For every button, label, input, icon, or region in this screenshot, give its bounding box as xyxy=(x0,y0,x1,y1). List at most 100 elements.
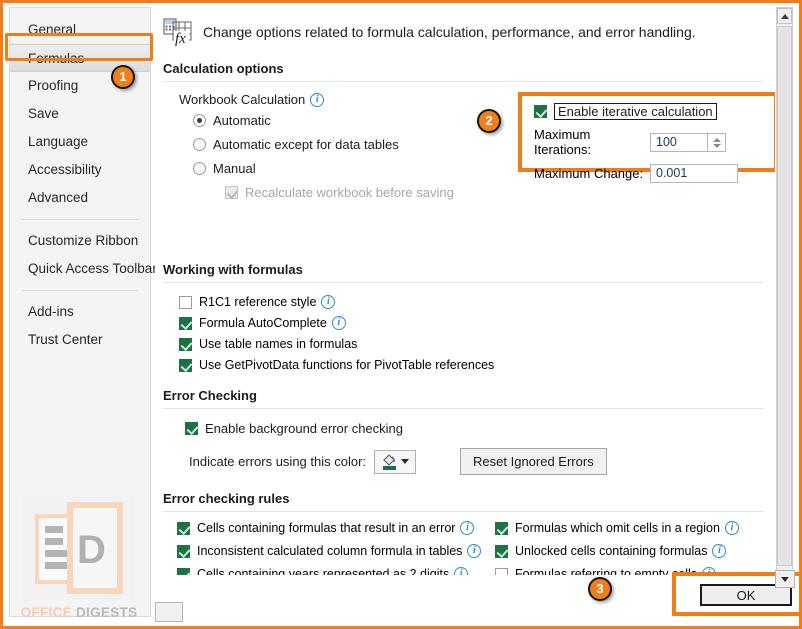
formulas-fx-icon: fx xyxy=(163,17,195,47)
enable-iterative-label: Enable iterative calculation xyxy=(554,103,717,120)
radio-label: Automatic xyxy=(213,113,271,128)
recalculate-label: Recalculate workbook before saving xyxy=(245,185,454,200)
scrollbar-thumb[interactable] xyxy=(777,26,792,566)
section-title-error-checking-rules: Error checking rules xyxy=(163,491,290,506)
paint-bucket-icon xyxy=(382,453,397,470)
indicate-errors-color-label: Indicate errors using this color: xyxy=(189,454,367,469)
section-title-working-with-formulas: Working with formulas xyxy=(163,262,303,277)
recalculate-checkbox xyxy=(225,186,238,199)
callout-highlight-iterative-calculation: Enable iterative calculation Maximum Ite… xyxy=(518,92,775,183)
error-rule-right-0[interactable]: Formulas which omit cells in a region i xyxy=(495,521,755,535)
dialog-footer: OK Cancel xyxy=(155,570,799,622)
sidebar-item-add-ins[interactable]: Add-ins xyxy=(10,298,150,326)
info-icon[interactable]: i xyxy=(460,521,475,535)
sidebar-divider xyxy=(22,219,138,220)
recalculate-before-saving-row[interactable]: Recalculate workbook before saving xyxy=(225,185,775,200)
office-digests-watermark: D OFFICE DIGESTS xyxy=(17,496,141,620)
enable-background-error-checking-label: Enable background error checking xyxy=(205,421,404,436)
callout-badge-2: 2 xyxy=(477,109,501,133)
max-iterations-spinner[interactable] xyxy=(708,132,726,152)
error-rules-left-column: Cells containing formulas that result in… xyxy=(155,521,495,575)
working-with-formulas-item-3[interactable]: Use GetPivotData functions for PivotTabl… xyxy=(179,358,775,372)
max-change-input[interactable]: 0.001 xyxy=(650,164,738,183)
checkbox[interactable] xyxy=(179,316,192,330)
workbook-calculation-label: Workbook Calculation xyxy=(179,92,306,107)
sidebar-divider xyxy=(22,290,138,291)
checkbox[interactable] xyxy=(495,544,508,558)
error-color-picker-button[interactable] xyxy=(374,449,417,474)
chevron-down-icon xyxy=(400,459,409,464)
svg-text:fx: fx xyxy=(175,31,186,47)
max-iterations-input[interactable]: 100 xyxy=(650,132,708,152)
checkbox-label: Inconsistent calculated column formula i… xyxy=(197,544,463,558)
section-divider-error-checking xyxy=(163,408,763,409)
info-icon[interactable]: i xyxy=(331,316,346,330)
sidebar-item-customize-ribbon[interactable]: Customize Ribbon xyxy=(10,227,150,255)
sidebar-item-language[interactable]: Language xyxy=(10,128,150,156)
info-icon[interactable]: i xyxy=(724,521,739,535)
error-checking-rules-grid: Cells containing formulas that result in… xyxy=(155,521,775,575)
error-rule-left-1[interactable]: Inconsistent calculated column formula i… xyxy=(177,544,495,558)
excel-options-dialog: General Formulas Proofing Save Language Acces… xyxy=(0,0,802,629)
error-rule-left-0[interactable]: Cells containing formulas that result in… xyxy=(177,521,495,535)
enable-background-error-checking-checkbox[interactable] xyxy=(185,422,198,435)
checkbox-label: Use table names in formulas xyxy=(199,337,358,351)
footer-corner-box xyxy=(155,602,183,622)
watermark-letter: D xyxy=(77,528,106,572)
radio-label: Manual xyxy=(213,161,256,176)
checkbox[interactable] xyxy=(177,521,190,535)
max-iterations-row: Maximum Iterations: 100 xyxy=(534,127,774,157)
info-icon[interactable]: i xyxy=(321,295,336,309)
max-iterations-label: Maximum Iterations: xyxy=(534,127,592,157)
working-with-formulas-item-0[interactable]: R1C1 reference style i xyxy=(179,295,775,309)
scroll-up-arrow[interactable] xyxy=(777,8,792,24)
checkbox-label: Formulas which omit cells in a region xyxy=(515,521,720,535)
section-divider-calculation xyxy=(163,81,763,82)
info-icon[interactable]: i xyxy=(712,544,727,558)
checkbox[interactable] xyxy=(179,358,192,372)
checkbox[interactable] xyxy=(177,544,190,558)
section-title-error-checking: Error Checking xyxy=(163,388,257,403)
working-with-formulas-item-1[interactable]: Formula AutoComplete i xyxy=(179,316,775,330)
enable-iterative-row[interactable]: Enable iterative calculation xyxy=(534,103,774,120)
pane-header: fx Change options related to formula cal… xyxy=(155,7,775,47)
checkbox-label: Formula AutoComplete xyxy=(199,316,327,330)
checkbox[interactable] xyxy=(179,337,192,351)
working-with-formulas-item-2[interactable]: Use table names in formulas xyxy=(179,337,775,351)
enable-background-error-checking-row[interactable]: Enable background error checking xyxy=(185,421,775,436)
section-divider-working-with-formulas xyxy=(163,282,763,283)
content-scrollbar[interactable] xyxy=(776,7,793,595)
checkbox-label: R1C1 reference style xyxy=(199,295,317,309)
radio-manual[interactable] xyxy=(193,162,206,175)
sidebar-item-general[interactable]: General xyxy=(10,16,150,44)
radio-label: Automatic except for data tables xyxy=(213,137,399,152)
sidebar-item-advanced[interactable]: Advanced xyxy=(10,184,150,212)
checkbox-label: Cells containing formulas that result in… xyxy=(197,521,456,535)
sidebar-item-trust-center[interactable]: Trust Center xyxy=(10,326,150,354)
watermark-text-digests: DIGESTS xyxy=(76,605,138,620)
radio-automatic-except-for-data-tables[interactable] xyxy=(193,138,206,151)
max-change-label: Maximum Change: xyxy=(534,166,644,181)
max-change-row: Maximum Change: 0.001 xyxy=(534,164,774,183)
options-content-pane: fx Change options related to formula cal… xyxy=(155,7,775,575)
checkbox[interactable] xyxy=(179,295,192,309)
enable-iterative-checkbox[interactable] xyxy=(534,105,547,118)
section-title-calculation: Calculation options xyxy=(163,61,284,76)
sidebar-item-accessibility[interactable]: Accessibility xyxy=(10,156,150,184)
callout-badge-3: 3 xyxy=(588,577,612,601)
reset-ignored-errors-button[interactable]: Reset Ignored Errors xyxy=(460,448,607,475)
checkbox-label: Unlocked cells containing formulas xyxy=(515,544,708,558)
info-icon[interactable]: i xyxy=(467,544,482,558)
sidebar-item-save[interactable]: Save xyxy=(10,100,150,128)
checkbox-label: Use GetPivotData functions for PivotTabl… xyxy=(199,358,495,372)
radio-automatic[interactable] xyxy=(193,114,206,127)
pane-description: Change options related to formula calcul… xyxy=(203,24,696,40)
watermark-text-office: OFFICE xyxy=(20,605,72,620)
error-rules-right-column: Formulas which omit cells in a region i Un… xyxy=(495,521,755,575)
callout-badge-1: 1 xyxy=(111,65,135,89)
info-icon-workbook-calculation[interactable]: i xyxy=(310,92,325,107)
scroll-down-corner-arrow[interactable] xyxy=(775,570,795,588)
sidebar-item-quick-access-toolbar[interactable]: Quick Access Toolbar xyxy=(10,255,157,283)
error-rule-right-1[interactable]: Unlocked cells containing formulas i xyxy=(495,544,755,558)
checkbox[interactable] xyxy=(495,521,508,535)
